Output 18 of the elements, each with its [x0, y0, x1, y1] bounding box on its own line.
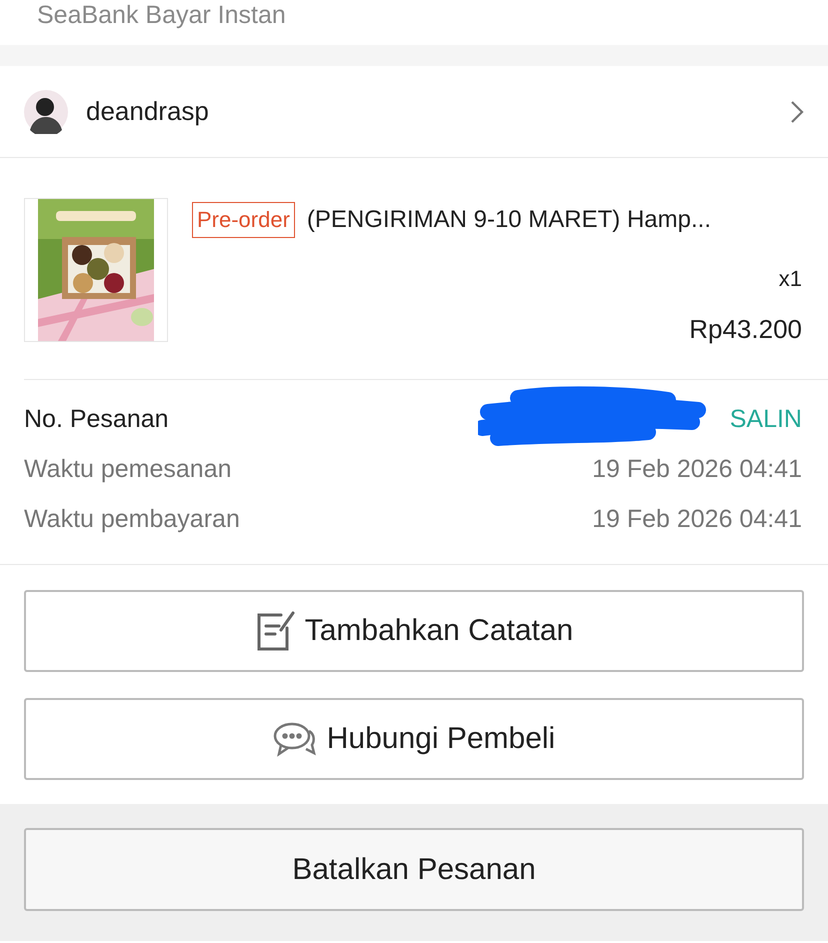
order-info-label: No. Pesanan	[24, 404, 170, 434]
order-info-label: Waktu pemesanan	[24, 454, 233, 484]
add-note-button[interactable]: Tambahkan Catatan	[24, 590, 804, 672]
order-info-value: 19 Feb 2026 04:41	[592, 454, 802, 484]
contact-buyer-button[interactable]: Hubungi Pembeli	[24, 698, 804, 780]
quantity-text: x1	[778, 266, 802, 292]
preorder-tag: Pre-order	[192, 202, 295, 238]
product-title: (PENGIRIMAN 9-10 MARET) Hamp...	[306, 206, 711, 234]
price-text: Rp43.200	[689, 314, 802, 345]
avatar	[24, 90, 68, 134]
order-info-value: 19 Feb 2026 04:41	[592, 504, 802, 534]
chevron-right-icon[interactable]	[790, 100, 804, 124]
cancel-order-button[interactable]: Batalkan Pesanan	[24, 828, 804, 911]
seller-username[interactable]: deandrasp	[86, 96, 772, 127]
payment-method-text: SeaBank Bayar Instan	[37, 1, 286, 29]
order-info-label: Waktu pembayaran	[24, 504, 241, 534]
chat-bubbles-icon	[272, 721, 317, 757]
note-edit-icon	[254, 610, 295, 652]
